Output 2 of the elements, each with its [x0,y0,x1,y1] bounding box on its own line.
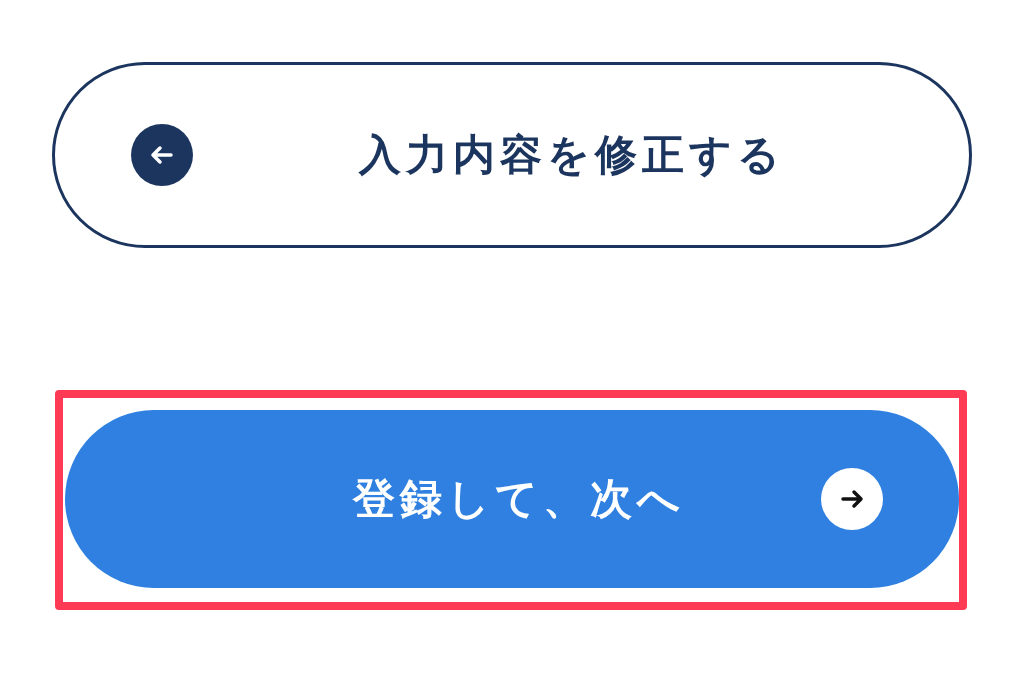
next-button[interactable]: 登録して、次へ [65,410,959,588]
back-button[interactable]: 入力内容を修正する [52,62,972,248]
